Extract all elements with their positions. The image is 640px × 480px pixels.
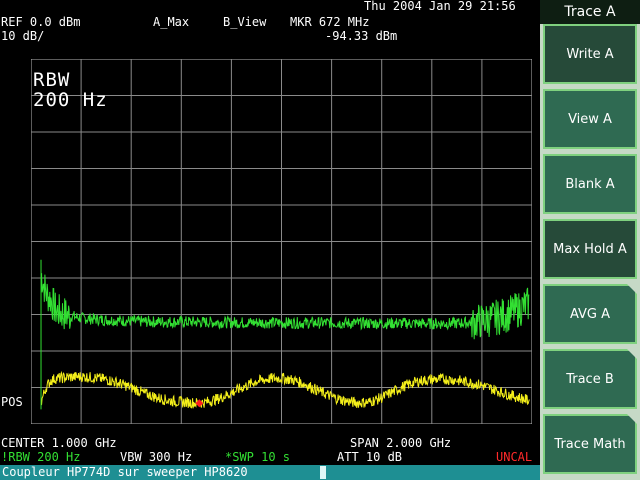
softkey-max-hold-a[interactable]: Max Hold A [543,219,637,279]
att-readout: ATT 10 dB [337,450,403,464]
rbw-overlay-value: 200 Hz [33,89,108,111]
analyzer-window: { "header": { "datetime": "Thu 2004 Jan … [0,0,640,480]
softkey-trace-b[interactable]: Trace B [543,349,637,409]
softkey-view-a[interactable]: View A [543,89,637,149]
ref-level-readout: REF 0.0 dBm [1,15,81,29]
softkey-write-a[interactable]: Write A [543,24,637,84]
submenu-notch-icon [627,349,637,359]
rbw-overlay-label: RBW [33,69,71,91]
softkey-trace-math[interactable]: Trace Math [543,414,637,474]
title-text: Coupleur HP774D sur sweeper HP8620 [2,465,248,479]
softkey-blank-a[interactable]: Blank A [543,154,637,214]
center-freq-readout: CENTER 1.000 GHz [1,436,117,450]
analyzer-screen: Thu 2004 Jan 29 21:56 REF 0.0 dBm 10 dB/… [0,0,540,480]
softkey-label: Max Hold A [553,241,627,257]
span-readout: SPAN 2.000 GHz [350,436,452,450]
datetime-readout: Thu 2004 Jan 29 21:56 [364,0,516,13]
uncal-indicator: UNCAL [496,450,533,464]
scale-readout: 10 dB/ [1,29,45,43]
vbw-readout: VBW 300 Hz [120,450,193,464]
softkey-label: Trace B [566,371,614,387]
marker-level-readout: -94.33 dBm [325,29,398,43]
sweep-readout: *SWP 10 s [225,450,291,464]
softkey-label: Trace Math [554,436,626,452]
softkey-label: AVG A [569,306,611,322]
submenu-notch-icon [627,284,637,294]
trace-b-mode: B_View [223,15,267,29]
submenu-notch-icon [627,414,637,424]
pos-indicator: POS [1,395,23,409]
title-bar[interactable]: Coupleur HP774D sur sweeper HP8620 [0,465,540,480]
softkey-menu-title: Trace A [540,0,640,24]
softkey-panel: Trace A Write A View A Blank A Max Hold … [540,0,640,480]
trace-a-mode: A_Max [153,15,190,29]
softkey-label: Write A [566,46,614,62]
softkey-label: Blank A [565,176,615,192]
softkey-avg-a[interactable]: AVG A [543,284,637,344]
rbw-readout: !RBW 200 Hz [1,450,81,464]
softkey-label: View A [568,111,612,127]
text-cursor [320,466,326,479]
spectrum-plot[interactable] [31,59,532,424]
marker-freq-readout: MKR 672 MHz [290,15,370,29]
